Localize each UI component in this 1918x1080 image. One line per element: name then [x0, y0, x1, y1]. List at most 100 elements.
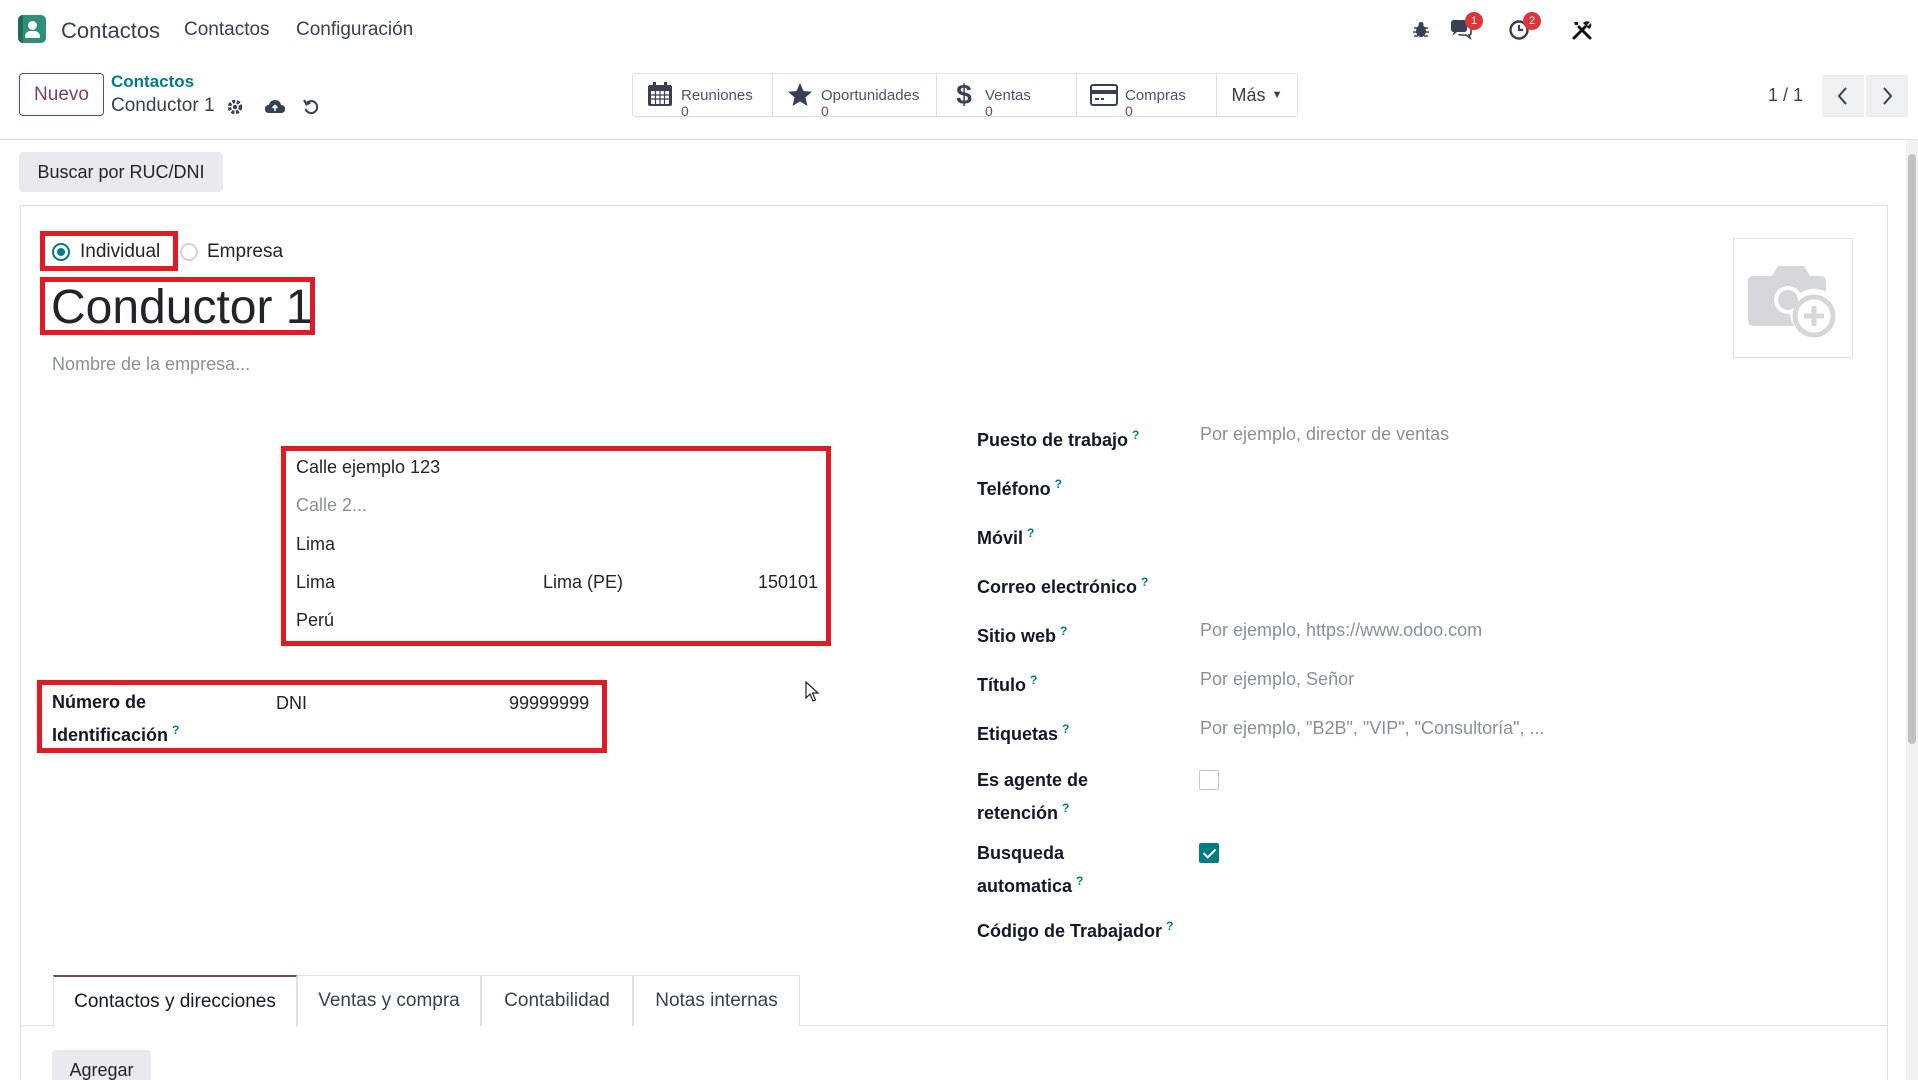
chat-bubbles-icon[interactable]: 1 — [1447, 12, 1483, 44]
auto-search-label-line1: Busqueda — [977, 843, 1065, 863]
phone-label: Teléfono? — [977, 470, 1062, 503]
job-position-label-text: Puesto de trabajo — [977, 430, 1129, 450]
worker-code-help[interactable]: ? — [1166, 919, 1173, 933]
phone-input[interactable] — [1200, 473, 1600, 495]
bug-icon[interactable] — [1407, 16, 1435, 44]
title-help[interactable]: ? — [1030, 673, 1037, 687]
retention-agent-help[interactable]: ? — [1062, 801, 1069, 815]
email-help[interactable]: ? — [1141, 575, 1148, 589]
email-label: Correo electrónico? — [977, 568, 1148, 601]
smart-buttons: Reuniones 0 Oportunidades 0 $ Ventas 0 C… — [632, 73, 1298, 119]
meetings-count: 0 — [681, 102, 689, 119]
pager-value[interactable]: 1 / 1 — [1768, 85, 1803, 106]
retention-agent-label-line2: retención — [977, 803, 1059, 823]
star-icon — [785, 80, 815, 110]
title-select[interactable]: Por ejemplo, Señor — [1200, 669, 1354, 690]
mobile-help[interactable]: ? — [1027, 526, 1034, 540]
radio-empresa[interactable] — [180, 243, 198, 261]
credit-card-icon — [1089, 80, 1119, 110]
app-name[interactable]: Contactos — [61, 18, 160, 44]
zip-input[interactable]: 150101 — [758, 572, 818, 593]
cloud-upload-icon[interactable] — [264, 96, 286, 118]
tags-input[interactable]: Por ejemplo, "B2B", "VIP", "Consultoría"… — [1200, 718, 1544, 739]
tools-icon[interactable] — [1568, 16, 1596, 44]
identification-number-input[interactable]: 99999999 — [509, 693, 589, 714]
phone-help[interactable]: ? — [1055, 477, 1062, 491]
opportunities-count: 0 — [821, 102, 829, 119]
country-select[interactable]: Perú — [296, 610, 334, 631]
worker-code-label-text: Código de Trabajador — [977, 921, 1163, 941]
dollar-icon: $ — [956, 79, 972, 110]
scrollbar[interactable] — [1906, 140, 1918, 1080]
gear-icon[interactable] — [224, 96, 246, 118]
calendar-icon — [645, 80, 675, 110]
add-button[interactable]: Agregar — [52, 1050, 151, 1080]
retention-agent-checkbox[interactable] — [1199, 770, 1219, 790]
meetings-label: Reuniones — [681, 86, 753, 104]
auto-search-help[interactable]: ? — [1076, 874, 1083, 888]
menu-contactos[interactable]: Contactos — [184, 19, 270, 41]
identification-type-select[interactable]: DNI — [276, 693, 307, 714]
website-label-text: Sitio web — [977, 626, 1057, 646]
clock-icon[interactable]: 2 — [1505, 12, 1541, 44]
pager-next-button[interactable] — [1866, 75, 1908, 117]
retention-agent-label: Es agente de retención? — [977, 766, 1088, 827]
job-position-input[interactable]: Por ejemplo, director de ventas — [1200, 424, 1449, 445]
mouse-cursor-icon — [805, 681, 820, 702]
street2-input[interactable]: Calle 2... — [296, 495, 367, 516]
identification-label-line1: Número de — [52, 692, 147, 712]
contacts-app-icon[interactable] — [18, 15, 46, 43]
auto-search-label-line2: automatica — [977, 876, 1073, 896]
mobile-input[interactable] — [1200, 522, 1600, 544]
auto-search-checkbox[interactable] — [1199, 843, 1219, 863]
job-position-label: Puesto de trabajo? — [977, 421, 1139, 454]
tab-sales-purchase[interactable]: Ventas y compra — [297, 975, 481, 1026]
control-panel: Nuevo Contactos Conductor 1 Reuniones 0 … — [0, 60, 1918, 140]
contact-name-input[interactable]: Conductor 1 — [51, 280, 313, 335]
meetings-button[interactable]: Reuniones 0 — [633, 74, 773, 119]
job-position-help[interactable]: ? — [1132, 428, 1139, 442]
pager-previous-button[interactable] — [1822, 75, 1864, 117]
tags-label-text: Etiquetas — [977, 724, 1059, 744]
top-navbar: Contactos Contactos Configuración 1 2 — [0, 0, 1918, 60]
website-help[interactable]: ? — [1060, 624, 1067, 638]
worker-code-label: Código de Trabajador? — [977, 912, 1173, 945]
menu-configuracion[interactable]: Configuración — [296, 19, 413, 41]
worker-code-input[interactable] — [1200, 915, 1600, 937]
more-label: Más — [1231, 84, 1266, 105]
company-name-input[interactable]: Nombre de la empresa... — [52, 354, 250, 375]
identification-label-line2: Identificación — [52, 725, 169, 745]
camera-plus-icon — [1748, 266, 1836, 338]
tab-internal-notes[interactable]: Notas internas — [633, 975, 800, 1026]
sales-button[interactable]: $ Ventas 0 — [937, 74, 1077, 118]
website-input[interactable]: Por ejemplo, https://www.odoo.com — [1200, 620, 1482, 641]
purchases-label: Compras — [1125, 86, 1186, 104]
radio-individual[interactable] — [52, 243, 70, 261]
tags-help[interactable]: ? — [1062, 722, 1069, 736]
phone-label-text: Teléfono — [977, 479, 1051, 499]
email-input[interactable] — [1200, 571, 1600, 593]
label-individual: Individual — [80, 241, 161, 262]
discard-icon[interactable] — [300, 96, 322, 118]
scrollbar-thumb[interactable] — [1908, 154, 1916, 744]
identification-label: Número de Identificación? — [52, 688, 179, 749]
avatar-upload[interactable] — [1733, 238, 1853, 358]
new-button[interactable]: Nuevo — [19, 73, 104, 116]
breadcrumb-parent[interactable]: Contactos — [111, 72, 194, 92]
city-input[interactable]: Lima — [296, 572, 335, 593]
tab-accounting[interactable]: Contabilidad — [481, 975, 633, 1026]
street-input[interactable]: Calle ejemplo 123 — [296, 457, 440, 478]
caret-down-icon: ▼ — [1271, 89, 1283, 101]
state-select[interactable]: Lima (PE) — [543, 572, 623, 593]
opportunities-button[interactable]: Oportunidades 0 — [773, 74, 937, 119]
district-input[interactable]: Lima — [296, 534, 335, 555]
chat-badge: 1 — [1465, 12, 1483, 30]
auto-search-label: Busqueda automatica? — [977, 839, 1083, 900]
more-dropdown[interactable]: Más ▼ — [1217, 74, 1297, 116]
tab-contacts-addresses[interactable]: Contactos y direcciones — [53, 975, 297, 1027]
website-label: Sitio web? — [977, 617, 1067, 650]
email-label-text: Correo electrónico — [977, 577, 1138, 597]
purchases-button[interactable]: Compras 0 — [1077, 74, 1217, 118]
identification-help[interactable]: ? — [172, 723, 179, 737]
search-ruc-dni-button[interactable]: Buscar por RUC/DNI — [19, 152, 223, 192]
